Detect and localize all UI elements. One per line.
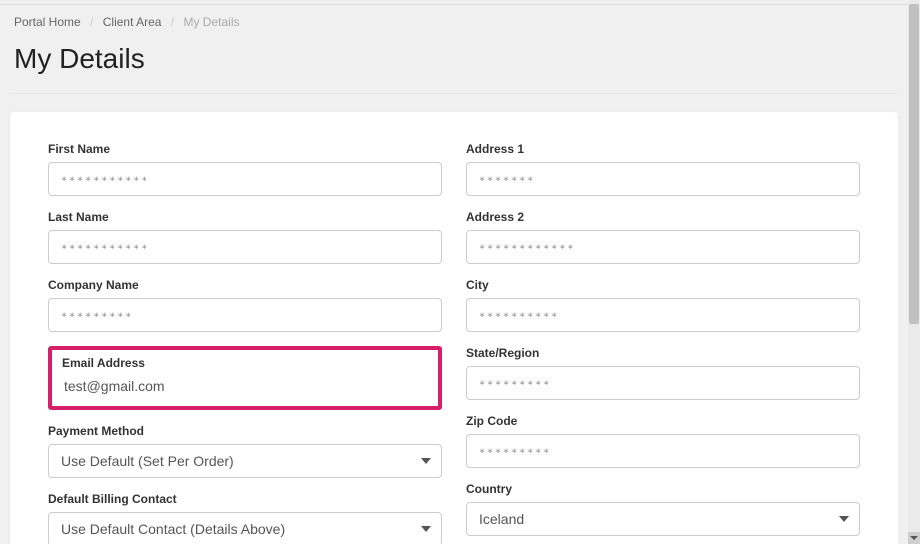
breadcrumb-sep-icon: /: [84, 15, 99, 29]
city-field[interactable]: [466, 298, 860, 332]
payment-method-label: Payment Method: [48, 424, 442, 438]
left-column: First Name Last Name Company Name Email …: [48, 142, 442, 544]
first-name-label: First Name: [48, 142, 442, 156]
zip-label: Zip Code: [466, 414, 860, 428]
address2-label: Address 2: [466, 210, 860, 224]
company-name-field[interactable]: [48, 298, 442, 332]
vertical-scrollbar[interactable]: [908, 0, 920, 544]
right-column: Address 1 Address 2 City State/Region Zi: [466, 142, 860, 544]
page-title: My Details: [0, 35, 908, 93]
breadcrumb-current: My Details: [183, 15, 239, 29]
address1-field[interactable]: [466, 162, 860, 196]
company-name-label: Company Name: [48, 278, 442, 292]
details-card: First Name Last Name Company Name Email …: [10, 112, 898, 544]
breadcrumb-client-area[interactable]: Client Area: [103, 15, 162, 29]
email-label: Email Address: [62, 356, 428, 370]
email-field[interactable]: [62, 374, 428, 398]
billing-contact-label: Default Billing Contact: [48, 492, 442, 506]
payment-method-select[interactable]: Use Default (Set Per Order): [48, 444, 442, 478]
address2-field[interactable]: [466, 230, 860, 264]
breadcrumb: Portal Home / Client Area / My Details: [0, 5, 908, 35]
country-label: Country: [466, 482, 860, 496]
scrollbar-thumb[interactable]: [909, 4, 919, 324]
scrollbar-down-icon[interactable]: [908, 532, 920, 544]
billing-contact-select[interactable]: Use Default Contact (Details Above): [48, 512, 442, 544]
state-field[interactable]: [466, 366, 860, 400]
country-select[interactable]: Iceland: [466, 502, 860, 536]
first-name-field[interactable]: [48, 162, 442, 196]
city-label: City: [466, 278, 860, 292]
state-label: State/Region: [466, 346, 860, 360]
address1-label: Address 1: [466, 142, 860, 156]
last-name-field[interactable]: [48, 230, 442, 264]
breadcrumb-home[interactable]: Portal Home: [14, 15, 81, 29]
zip-field[interactable]: [466, 434, 860, 468]
last-name-label: Last Name: [48, 210, 442, 224]
email-highlight: Email Address: [48, 346, 442, 410]
breadcrumb-sep-icon: /: [165, 15, 180, 29]
